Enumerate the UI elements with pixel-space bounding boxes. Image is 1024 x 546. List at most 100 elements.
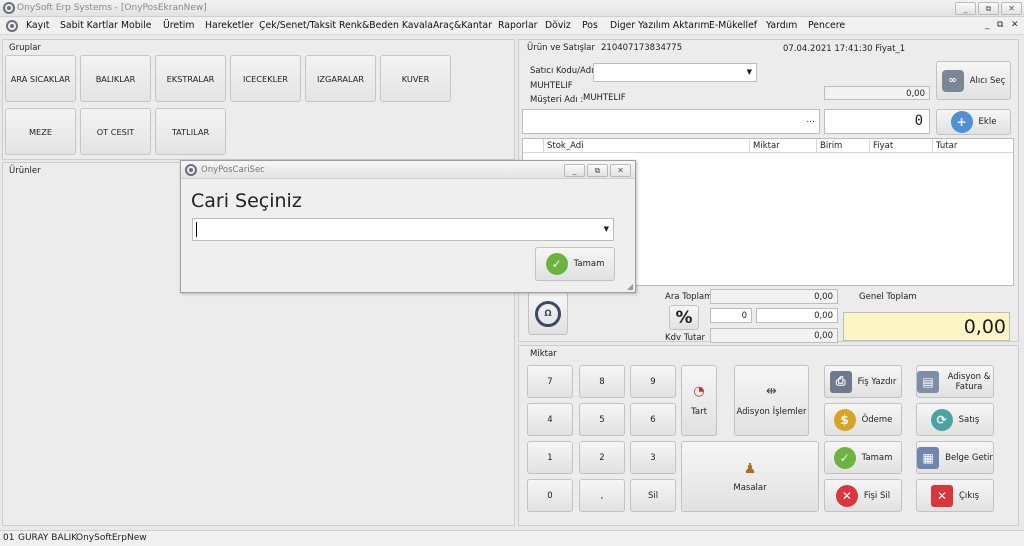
status-app: OnySoftErpNew bbox=[76, 533, 147, 543]
menu-mobile[interactable]: Mobile bbox=[121, 20, 152, 31]
group-icecekler[interactable]: ICECEKLER bbox=[230, 55, 301, 102]
seller-label: Satıcı Kodu/Adı : bbox=[530, 66, 600, 76]
dialog-ok-button[interactable]: ✓ Tamam bbox=[535, 247, 615, 281]
groups-panel: Gruplar ARA SICAKLAR BALIKLAR EKSTRALAR … bbox=[2, 39, 515, 160]
vat-label: Kdv Tutar bbox=[665, 333, 706, 343]
menu-bar: Kayıt Sabit Kartlar Mobile Üretim Hareke… bbox=[0, 17, 1024, 35]
discount-percent-button[interactable]: % bbox=[669, 305, 699, 330]
column-birim[interactable]: Birim bbox=[817, 139, 870, 153]
groups-title: Gruplar bbox=[9, 43, 41, 53]
group-ekstralar[interactable]: EKSTRALAR bbox=[155, 55, 226, 102]
satis-button[interactable]: ⟳ Satış bbox=[916, 403, 994, 436]
key-4[interactable]: 4 bbox=[527, 403, 573, 436]
seller-select[interactable]: ▼ bbox=[593, 63, 757, 82]
cikis-button[interactable]: ✕ Çıkış bbox=[916, 479, 994, 512]
belge-getir-button[interactable]: ▦ Belge Getir bbox=[916, 441, 994, 474]
menu-raporlar[interactable]: Raporlar bbox=[498, 20, 537, 31]
group-tatlilar[interactable]: TATLILAR bbox=[155, 108, 226, 155]
column-miktar[interactable]: Miktar bbox=[750, 139, 817, 153]
exit-icon: ✕ bbox=[930, 484, 953, 507]
key-9[interactable]: 9 bbox=[630, 365, 676, 398]
fisi-sil-button[interactable]: ✕ Fişi Sil bbox=[824, 479, 902, 512]
quantity-input[interactable]: 0 bbox=[824, 109, 930, 134]
menu-e-mukellef[interactable]: E-Mükellef bbox=[709, 20, 757, 31]
group-ot-cesit[interactable]: OT CESIT bbox=[80, 108, 151, 155]
column-stok-adi[interactable]: Stok_Adi bbox=[544, 139, 750, 153]
grid-header: Stok_Adi Miktar Birim Fiyat Tutar bbox=[523, 139, 1013, 153]
window-title: OnySoft Erp Systems - [OnyPosEkranNew] bbox=[17, 3, 207, 13]
column-fiyat[interactable]: Fiyat bbox=[870, 139, 933, 153]
dialog-close-button[interactable]: ✕ bbox=[610, 164, 631, 177]
cari-select-combobox[interactable]: ▼ bbox=[192, 218, 614, 241]
customer-balance: 0,00 bbox=[824, 86, 930, 100]
group-kuver[interactable]: KUVER bbox=[380, 55, 451, 102]
tart-button[interactable]: ◔ Tart bbox=[681, 365, 717, 436]
menu-sabit-kartlar[interactable]: Sabit Kartlar bbox=[60, 20, 118, 31]
column-tutar[interactable]: Tutar bbox=[933, 139, 1013, 153]
menu-cek-senet[interactable]: Çek/Senet/Taksit bbox=[259, 20, 336, 31]
search-more-button[interactable]: ... bbox=[806, 115, 815, 125]
invoice-icon: ▤ bbox=[917, 370, 939, 393]
masalar-button[interactable]: ♟ Masalar bbox=[681, 441, 819, 512]
close-button[interactable]: ✕ bbox=[1001, 2, 1022, 15]
group-baliklar[interactable]: BALIKLAR bbox=[80, 55, 151, 102]
scale-gauge-icon: ◔ bbox=[693, 384, 705, 399]
key-6[interactable]: 6 bbox=[630, 403, 676, 436]
menu-arac-kantar[interactable]: Araç&Kantar bbox=[433, 20, 492, 31]
dialog-maximize-button[interactable]: ⧉ bbox=[587, 164, 608, 177]
customer-name: MUHTELIF bbox=[583, 93, 626, 103]
customer-code: MUHTELIF bbox=[530, 81, 573, 91]
check-icon: ✓ bbox=[545, 253, 568, 275]
discount-rate-input[interactable]: 0 bbox=[710, 308, 752, 323]
menu-pencere[interactable]: Pencere bbox=[808, 20, 845, 31]
key-1[interactable]: 1 bbox=[527, 441, 573, 474]
app-menu-icon[interactable] bbox=[6, 20, 18, 32]
odeme-button[interactable]: $ Ödeme bbox=[824, 403, 902, 436]
mdi-restore-button[interactable]: ⧉ bbox=[997, 20, 1003, 30]
resize-grip-icon[interactable]: ◢ bbox=[627, 282, 633, 291]
adisyon-islemler-button[interactable]: ⇹ Adisyon İşlemler bbox=[734, 365, 809, 436]
menu-uretim[interactable]: Üretim bbox=[163, 20, 194, 31]
plus-icon: + bbox=[950, 111, 973, 133]
key-sil[interactable]: Sil bbox=[630, 479, 676, 512]
discount-amount-input[interactable]: 0,00 bbox=[756, 308, 838, 323]
table-arrows-icon: ⇹ bbox=[766, 384, 777, 399]
maximize-button[interactable]: ⧉ bbox=[978, 2, 999, 15]
menu-renk-beden[interactable]: Renk&Beden Kavala bbox=[339, 20, 433, 31]
menu-diger-yazilim[interactable]: Diger Yazılım Aktarım bbox=[610, 20, 709, 31]
dialog-minimize-button[interactable]: _ bbox=[564, 164, 585, 177]
key-0[interactable]: 0 bbox=[527, 479, 573, 512]
dialog-title: OnyPosCariSec bbox=[201, 165, 265, 175]
key-3[interactable]: 3 bbox=[630, 441, 676, 474]
grid-row-selector bbox=[523, 139, 544, 153]
key-7[interactable]: 7 bbox=[527, 365, 573, 398]
adisyon-fatura-button[interactable]: ▤ Adisyon & Fatura bbox=[916, 365, 994, 398]
group-izgaralar[interactable]: IZGARALAR bbox=[305, 55, 376, 102]
menu-kayit[interactable]: Kayıt bbox=[26, 20, 49, 31]
add-button[interactable]: + Ekle bbox=[936, 109, 1011, 135]
keypad-panel: Miktar 7 8 9 4 5 6 1 2 3 0 , Sil ◔ Tart … bbox=[518, 345, 1019, 526]
minimize-button[interactable]: _ bbox=[955, 2, 976, 15]
dialog-titlebar: OnyPosCariSec _ ⧉ ✕ bbox=[181, 161, 635, 179]
key-5[interactable]: 5 bbox=[579, 403, 625, 436]
subtotal-label: Ara Toplam bbox=[665, 292, 713, 302]
customer-info-button[interactable]: Ω bbox=[528, 292, 568, 335]
mdi-minimize-button[interactable]: _ bbox=[985, 20, 990, 30]
menu-yardim[interactable]: Yardım bbox=[766, 20, 797, 31]
menu-hareketler[interactable]: Hareketler bbox=[205, 20, 254, 31]
key-2[interactable]: 2 bbox=[579, 441, 625, 474]
key-8[interactable]: 8 bbox=[579, 365, 625, 398]
menu-doviz[interactable]: Döviz bbox=[545, 20, 571, 31]
key-comma[interactable]: , bbox=[579, 479, 625, 512]
buyer-select-button[interactable]: ∞ Alıcı Seç bbox=[936, 61, 1011, 100]
status-code: 01 bbox=[3, 533, 15, 543]
group-ara-sicaklar[interactable]: ARA SICAKLAR bbox=[5, 55, 76, 102]
status-bar: 01 GURAY BALIK OnySoftErpNew bbox=[0, 530, 1024, 546]
group-meze[interactable]: MEZE bbox=[5, 108, 76, 155]
refresh-icon: ⟳ bbox=[930, 408, 953, 431]
product-search-input[interactable]: ... bbox=[522, 109, 820, 134]
mdi-close-button[interactable]: ✕ bbox=[1011, 20, 1019, 30]
tamam-button[interactable]: ✓ Tamam bbox=[824, 441, 902, 474]
fis-yazdir-button[interactable]: ⎙ Fiş Yazdır bbox=[824, 365, 902, 398]
menu-pos[interactable]: Pos bbox=[582, 20, 598, 31]
